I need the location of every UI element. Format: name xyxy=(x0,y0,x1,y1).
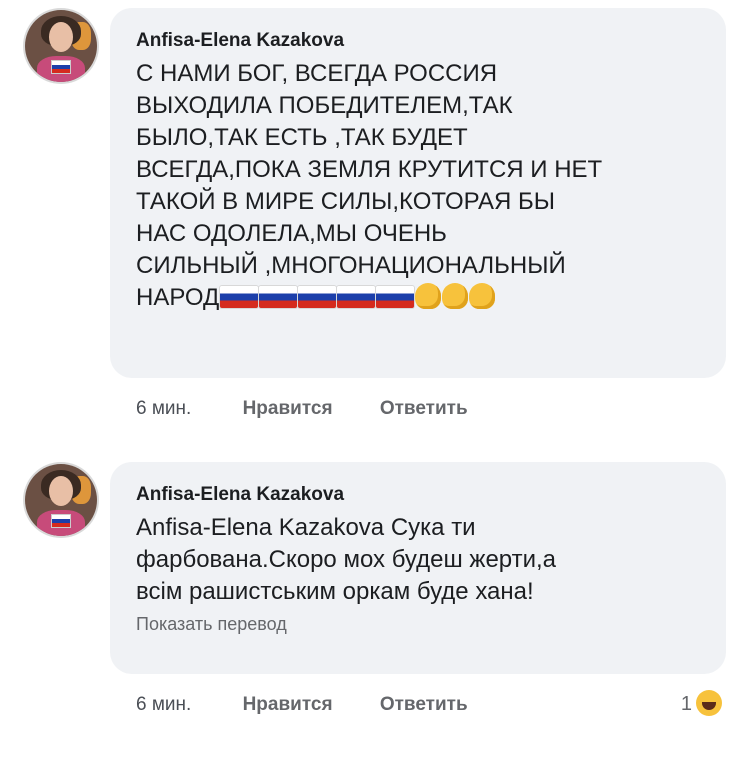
translate-link[interactable]: Показать перевод xyxy=(136,614,702,635)
comment-actions: 6 мин. Нравится Ответить xyxy=(136,694,510,716)
avatar-face xyxy=(49,22,73,52)
comment-author[interactable]: Anfisa-Elena Kazakova xyxy=(136,30,702,52)
comment-time[interactable]: 6 мин. xyxy=(136,694,191,715)
comment-line: БЫЛО,ТАК ЕСТЬ ,ТАК БУДЕТ xyxy=(136,124,468,151)
comment-line: ТАКОЙ В МИРЕ СИЛЫ,КОТОРАЯ БЫ xyxy=(136,188,556,215)
like-button[interactable]: Нравится xyxy=(243,694,333,715)
like-button[interactable]: Нравится xyxy=(243,398,333,419)
comment-author[interactable]: Anfisa-Elena Kazakova xyxy=(136,484,702,506)
comment-text: С НАМИ БОГ, ВСЕГДА РОССИЯ ВЫХОДИЛА ПОБЕД… xyxy=(136,58,702,314)
comment-line: С НАМИ БОГ, ВСЕГДА РОССИЯ xyxy=(136,60,498,87)
comment-line: НАРОД xyxy=(136,284,220,311)
reply-button[interactable]: Ответить xyxy=(380,694,468,715)
russia-flag-icon xyxy=(298,286,337,308)
fist-icon xyxy=(469,283,496,309)
comment-actions: 6 мин. Нравится Ответить xyxy=(136,398,510,420)
reaction-count: 1 xyxy=(680,693,692,715)
russia-flag-icon xyxy=(51,514,71,528)
avatar[interactable] xyxy=(25,10,97,82)
comment-text: Anfisa-Elena Kazakova Сука ти фарбована.… xyxy=(136,512,702,608)
avatar-face xyxy=(49,476,73,506)
laughing-emoji-icon xyxy=(696,690,722,716)
comment-line: ВЫХОДИЛА ПОБЕДИТЕЛЕМ,ТАК xyxy=(136,92,513,119)
comment-time[interactable]: 6 мин. xyxy=(136,398,191,419)
comment-line: СИЛЬНЫЙ ,МНОГОНАЦИОНАЛЬНЫЙ xyxy=(136,252,566,279)
fist-icon xyxy=(415,283,442,309)
comment-line: ВСЕГДА,ПОКА ЗЕМЛЯ КРУТИТСЯ И НЕТ xyxy=(136,156,603,183)
russia-flag-icon xyxy=(376,286,415,308)
russia-flag-icon xyxy=(220,286,259,308)
comment-bubble: Anfisa-Elena Kazakova Anfisa-Elena Kazak… xyxy=(110,462,726,674)
comment-line: Anfisa-Elena Kazakova Сука ти xyxy=(136,514,476,541)
russia-flag-icon xyxy=(51,60,71,74)
fist-icon xyxy=(442,283,469,309)
russia-flag-icon xyxy=(337,286,376,308)
comment-line: всім рашистським оркам буде хана! xyxy=(136,578,534,605)
avatar[interactable] xyxy=(25,464,97,536)
reaction-summary[interactable]: 1 xyxy=(681,690,722,716)
comment-line: фарбована.Скоро мох будеш жерти,а xyxy=(136,546,557,573)
reply-button[interactable]: Ответить xyxy=(380,398,468,419)
comment-line: НАС ОДОЛЕЛА,МЫ ОЧЕНЬ xyxy=(136,220,447,247)
comment-line-last: НАРОД xyxy=(136,282,702,314)
russia-flag-icon xyxy=(259,286,298,308)
comment-bubble: Anfisa-Elena Kazakova С НАМИ БОГ, ВСЕГДА… xyxy=(110,8,726,378)
